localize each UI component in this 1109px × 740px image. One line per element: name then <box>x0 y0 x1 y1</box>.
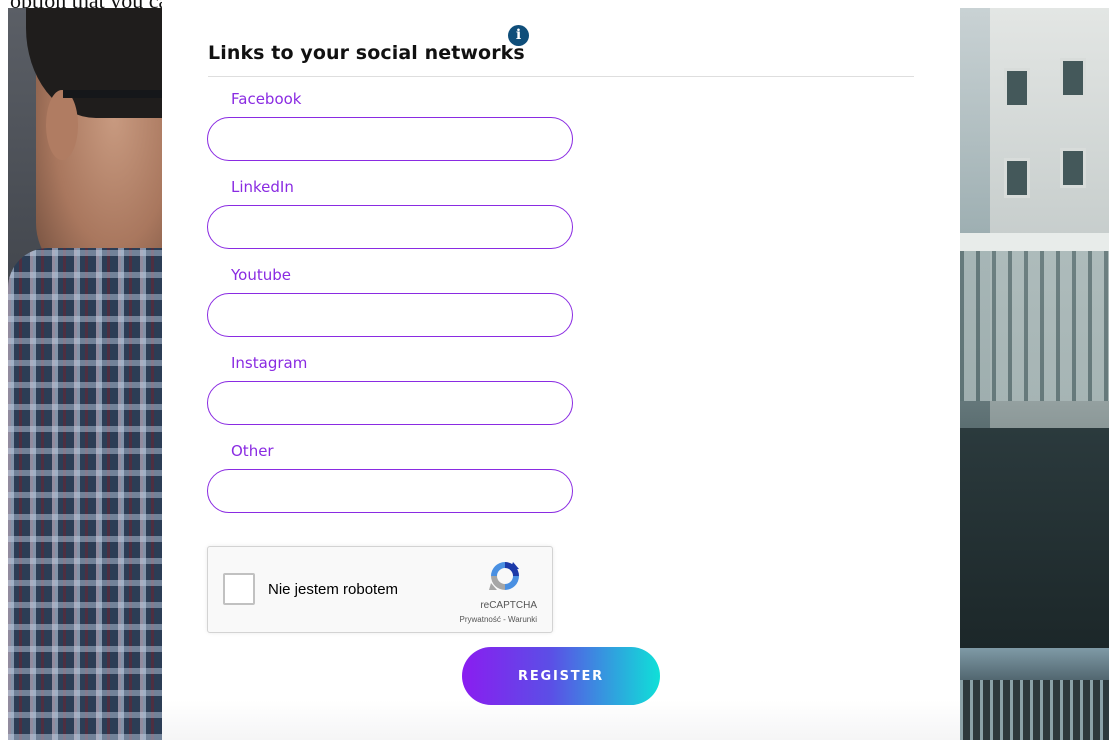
other-input[interactable] <box>207 469 573 513</box>
linkedin-input[interactable] <box>207 205 573 249</box>
recaptcha-checkbox-label: Nie jestem robotem <box>268 581 399 598</box>
background-photo-right <box>960 8 1109 740</box>
recaptcha-brand: reCAPTCHA <box>480 600 537 611</box>
panel-bottom-fade <box>162 700 960 740</box>
recaptcha-widget: Nie jestem robotem reCAPTCHA Prywatność … <box>207 546 553 633</box>
linkedin-label: LinkedIn <box>231 178 294 196</box>
register-button[interactable]: REGISTER <box>462 647 660 705</box>
instagram-label: Instagram <box>231 354 308 372</box>
youtube-input[interactable] <box>207 293 573 337</box>
other-label: Other <box>231 442 274 460</box>
recaptcha-privacy-terms-links[interactable]: Prywatność - Warunki <box>208 615 538 624</box>
background-photo-left <box>8 8 162 740</box>
section-title: Links to your social networks <box>208 42 525 64</box>
facebook-input[interactable] <box>207 117 573 161</box>
instagram-input[interactable] <box>207 381 573 425</box>
info-icon[interactable]: i <box>508 25 529 46</box>
recaptcha-logo-icon <box>489 562 519 590</box>
youtube-label: Youtube <box>231 266 291 284</box>
facebook-label: Facebook <box>231 90 302 108</box>
section-divider <box>208 76 914 77</box>
